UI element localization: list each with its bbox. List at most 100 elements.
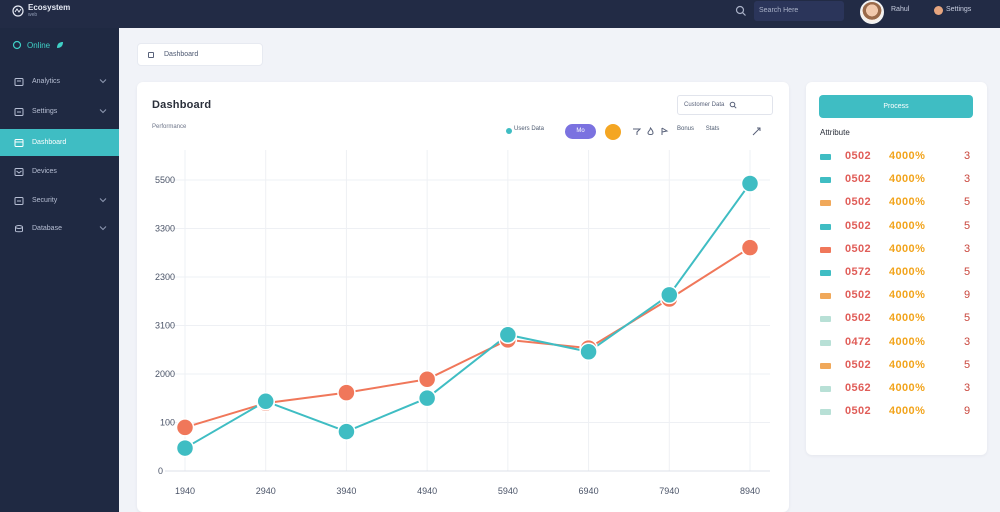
row-code: 0502 (845, 242, 872, 255)
sidebar-item-security[interactable]: Security (0, 187, 119, 214)
chevron-down-icon (99, 198, 107, 203)
row-status-icon (820, 409, 831, 416)
row-code: 0472 (845, 335, 872, 348)
settings-avatar-icon[interactable] (934, 6, 943, 15)
list-item[interactable]: 0502 4000% 3 (818, 243, 978, 257)
status-label: Online (27, 40, 51, 50)
dashboard-icon (14, 138, 24, 147)
user-name[interactable]: Rahul (891, 6, 909, 13)
list-item[interactable]: 0502 4000% 9 (818, 289, 978, 303)
shield-icon (14, 196, 24, 205)
list-item[interactable]: 0472 4000% 3 (818, 336, 978, 350)
row-code: 0502 (845, 196, 872, 209)
list-item[interactable]: 0572 4000% 5 (818, 266, 978, 280)
row-value: 4000% (889, 382, 926, 394)
row-value: 4000% (889, 312, 926, 325)
sidebar-item-devices[interactable]: Devices (0, 158, 119, 185)
list-item[interactable]: 0562 4000% 3 (818, 382, 978, 396)
row-status-icon (820, 316, 831, 323)
period-toggle-button[interactable]: Mo (565, 124, 596, 139)
row-number: 5 (964, 219, 971, 232)
list-item[interactable]: 0502 4000% 5 (818, 196, 978, 210)
gear-icon (14, 107, 24, 116)
list-item[interactable]: 0502 4000% 5 (818, 312, 978, 326)
row-number: 5 (964, 196, 971, 209)
row-number: 3 (964, 382, 971, 394)
settings-link[interactable]: Settings (946, 6, 971, 13)
home-icon (148, 51, 154, 58)
status-ring-icon (12, 40, 22, 50)
sidebar-item-database[interactable]: Database (0, 215, 119, 242)
row-value: 4000% (889, 196, 926, 209)
sidebar-status: Online (12, 40, 65, 50)
row-value: 4000% (889, 358, 926, 371)
row-value: 4000% (889, 219, 926, 232)
sidebar-item-analytics[interactable]: Analytics (0, 68, 119, 95)
row-code: 0562 (845, 382, 872, 394)
sidebar-item-settings[interactable]: Settings (0, 98, 119, 125)
row-code: 0502 (845, 405, 872, 418)
row-status-icon (820, 386, 831, 392)
row-value: 4000% (889, 405, 926, 418)
search-label: Customer Data (684, 102, 725, 108)
sidebar-item-label: Settings (32, 108, 58, 115)
chevron-down-icon (99, 109, 107, 114)
list-item[interactable]: 0502 4000% 3 (818, 150, 978, 164)
bonus-link[interactable]: Bonus Stats (677, 126, 719, 132)
stats-label: Stats (705, 126, 720, 132)
row-code: 0502 (845, 358, 872, 371)
row-number: 3 (964, 150, 971, 162)
row-status-icon (820, 154, 831, 160)
legend-label: Users Data (514, 126, 545, 132)
sidebar-item-label: Devices (32, 168, 57, 175)
search-icon (730, 101, 737, 109)
flame-icon[interactable] (646, 127, 655, 136)
chart-title: Dashboard (152, 99, 212, 111)
expand-icon[interactable] (752, 127, 761, 136)
brand-subtitle: web (28, 12, 38, 18)
search-icon[interactable] (735, 5, 747, 17)
row-number: 3 (964, 335, 971, 348)
top-bar: Ecosystem web Search Here Rahul Settings (0, 0, 1000, 28)
sidebar-item-label: Database (32, 225, 62, 232)
chart-card (137, 82, 789, 512)
row-status-icon (820, 339, 831, 346)
row-number: 9 (964, 289, 971, 302)
database-icon (15, 224, 23, 232)
row-number: 5 (964, 358, 971, 371)
row-number: 3 (964, 242, 971, 255)
list-item[interactable]: 0502 4000% 5 (818, 359, 978, 373)
breadcrumb-label: Dashboard (164, 51, 199, 58)
row-status-icon (820, 177, 831, 184)
sidebar-item-dashboard[interactable]: Dashboard (0, 129, 119, 156)
row-status-icon (820, 293, 831, 300)
row-code: 0502 (845, 150, 872, 162)
row-code: 0572 (845, 266, 872, 278)
top-search-input[interactable]: Search Here (754, 1, 844, 21)
list-item[interactable]: 0502 4000% 9 (818, 405, 978, 419)
side-panel-header: Attribute (820, 128, 850, 137)
chart-search-input[interactable]: Customer Data (677, 95, 773, 115)
brand[interactable]: Ecosystem web (12, 3, 70, 18)
user-avatar[interactable] (860, 0, 884, 24)
row-number: 3 (964, 173, 971, 186)
row-value: 4000% (889, 335, 926, 348)
device-icon (14, 167, 24, 176)
row-status-icon (820, 200, 831, 207)
sidebar-item-label: Analytics (32, 78, 61, 85)
row-number: 5 (964, 266, 971, 278)
breadcrumb[interactable]: Dashboard (137, 43, 263, 66)
row-number: 5 (964, 312, 971, 325)
row-value: 4000% (889, 242, 926, 255)
list-item[interactable]: 0502 4000% 3 (818, 173, 978, 187)
orange-dot-icon[interactable] (605, 124, 621, 140)
list-item[interactable]: 0502 4000% 5 (818, 220, 978, 234)
row-value: 4000% (889, 289, 926, 302)
legend-swatch (506, 128, 512, 134)
process-button[interactable]: Process (819, 95, 973, 118)
tag-icon[interactable] (660, 127, 669, 136)
row-value: 4000% (889, 150, 926, 162)
brand-logo-icon (12, 4, 24, 17)
filter-icon[interactable] (632, 127, 641, 136)
leaf-icon (57, 42, 64, 48)
